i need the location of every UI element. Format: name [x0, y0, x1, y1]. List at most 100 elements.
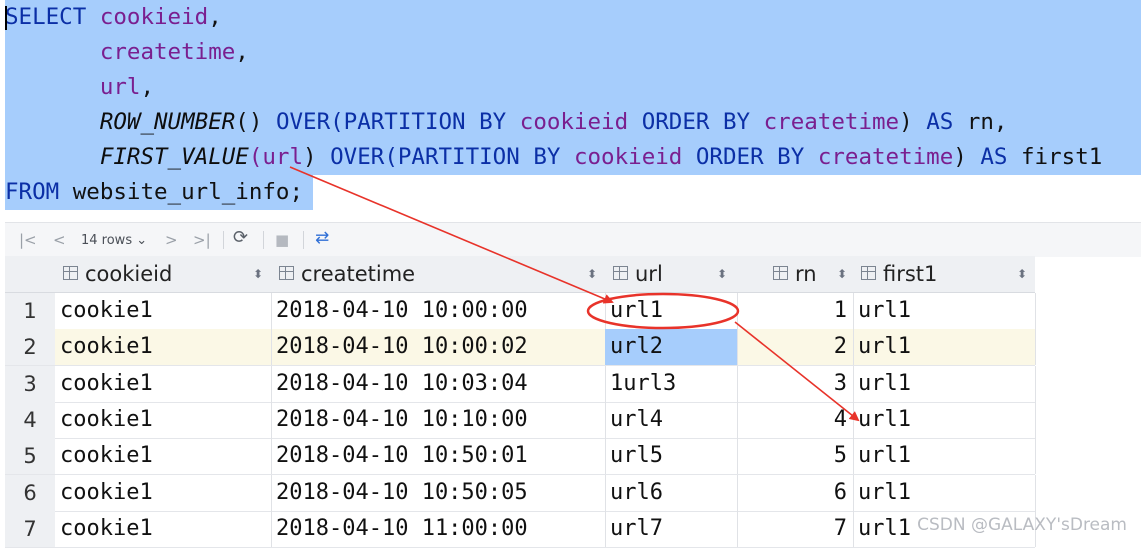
prev-page-icon[interactable]: < [53, 230, 66, 250]
cell-createtime[interactable]: 2018-04-10 11:00:00 [271, 511, 600, 547]
table-row[interactable]: 2 cookie1 2018-04-10 10:00:02 url2 2 url1 [5, 329, 1036, 367]
row-count-dropdown[interactable]: 14 rows ⌄ [81, 231, 147, 251]
keyword: PARTITION BY [343, 109, 507, 135]
result-toolbar: |< < 14 rows ⌄ > >| ⟳ ■ ⇄ [5, 222, 1141, 257]
stop-icon[interactable]: ■ [275, 230, 289, 250]
cell-cookieid[interactable]: cookie1 [55, 366, 266, 402]
sql-editor[interactable]: SELECT cookieid, createtime, url, ROW_NU… [0, 0, 1141, 212]
column-header-label: rn [795, 262, 817, 286]
table-name: website_url_info; [72, 179, 304, 205]
punctuation: () [235, 109, 276, 135]
cell-first1[interactable]: url1 [853, 438, 1030, 474]
last-page-icon[interactable]: >| [193, 230, 211, 250]
keyword: ORDER BY [695, 144, 805, 170]
column-header-label: cookieid [85, 262, 173, 286]
cell-url[interactable]: 1url3 [605, 366, 732, 402]
table-row[interactable]: 3 cookie1 2018-04-10 10:03:04 1url3 3 url1 [5, 365, 1036, 403]
cell-cookieid[interactable]: cookie1 [55, 438, 266, 474]
first-page-icon[interactable]: |< [19, 230, 37, 250]
punctuation: ( [330, 109, 344, 135]
column-header-createtime[interactable]: createtime ⬍ [271, 256, 605, 293]
column-divider [1035, 329, 1036, 366]
cell-createtime[interactable]: 2018-04-10 10:03:04 [271, 366, 600, 402]
cell-rn[interactable]: 6 [737, 475, 847, 511]
cell-first1[interactable]: url1 [853, 475, 1030, 511]
row-number: 7 [5, 510, 55, 547]
column-ref: url [99, 74, 141, 100]
cell-rn[interactable]: 2 [737, 329, 847, 365]
cell-url[interactable]: url4 [605, 402, 732, 438]
column-icon [279, 266, 294, 280]
cell-rn[interactable]: 7 [737, 511, 847, 547]
column-divider [1035, 293, 1036, 329]
table-row[interactable]: 7 cookie1 2018-04-10 11:00:00 url7 7 url1 [5, 510, 1036, 548]
next-page-icon[interactable]: > [165, 230, 178, 250]
row-number: 6 [5, 474, 55, 511]
cell-rn[interactable]: 1 [737, 293, 847, 329]
sort-icon[interactable]: ⬍ [1017, 256, 1027, 292]
row-number: 2 [5, 329, 55, 366]
cell-url[interactable]: url6 [605, 475, 732, 511]
sort-icon[interactable]: ⬍ [253, 256, 263, 292]
cell-cookieid[interactable]: cookie1 [55, 402, 266, 438]
column-header-url[interactable]: url ⬍ [605, 256, 737, 293]
cell-createtime[interactable]: 2018-04-10 10:00:00 [271, 293, 600, 329]
cell-createtime[interactable]: 2018-04-10 10:50:01 [271, 438, 600, 474]
cell-first1[interactable]: url1 [853, 293, 1030, 329]
column-header-rn[interactable]: rn ⬍ [737, 256, 853, 293]
keyword: PARTITION BY [397, 144, 561, 170]
cell-cookieid[interactable]: cookie1 [55, 475, 266, 511]
function-name: ROW_NUMBER [99, 109, 236, 135]
sql-line-2: createtime, [5, 35, 249, 70]
column-icon [861, 266, 876, 280]
keyword: FROM [5, 179, 60, 205]
column-icon [613, 266, 628, 280]
row-number-header [5, 256, 55, 293]
row-number: 1 [5, 293, 55, 329]
column-header-cookieid[interactable]: cookieid ⬍ [55, 256, 271, 293]
toolbar-divider [303, 231, 304, 249]
column-ref: cookieid [99, 4, 209, 30]
sql-line-6: FROM website_url_info; [5, 175, 303, 210]
sort-icon[interactable]: ⬍ [587, 256, 597, 292]
cell-first1[interactable]: url1 [853, 402, 1030, 438]
table-row[interactable]: 1 cookie1 2018-04-10 10:00:00 url1 1 url1 [5, 293, 1036, 330]
column-ref: createtime [817, 144, 954, 170]
cell-createtime[interactable]: 2018-04-10 10:00:02 [271, 329, 600, 365]
cell-cookieid[interactable]: cookie1 [55, 511, 266, 547]
cell-rn[interactable]: 3 [737, 366, 847, 402]
column-icon [63, 266, 78, 280]
column-divider [1035, 474, 1036, 511]
column-header-first1[interactable]: first1 ⬍ [853, 256, 1035, 293]
compare-icon[interactable]: ⇄ [315, 228, 329, 248]
sort-icon[interactable]: ⬍ [837, 256, 847, 292]
cell-url[interactable]: url1 [605, 293, 732, 329]
table-row[interactable]: 5 cookie1 2018-04-10 10:50:01 url5 5 url1 [5, 438, 1036, 476]
watermark: CSDN @GALAXY'sDream [917, 515, 1127, 535]
cell-url[interactable]: url7 [605, 511, 732, 547]
column-ref: cookieid [519, 109, 629, 135]
sql-line-5: FIRST_VALUE(url) OVER(PARTITION BY cooki… [5, 140, 1102, 175]
cell-createtime[interactable]: 2018-04-10 10:50:05 [271, 475, 600, 511]
column-divider [1035, 401, 1036, 438]
cell-url[interactable]: url2 [605, 329, 732, 365]
cell-rn[interactable]: 4 [737, 402, 847, 438]
punctuation: , [208, 4, 222, 30]
cell-first1[interactable]: url1 [853, 329, 1030, 365]
table-row[interactable]: 4 cookie1 2018-04-10 10:10:00 url4 4 url1 [5, 401, 1036, 439]
sql-line-3: url, [5, 70, 154, 105]
table-row[interactable]: 6 cookie1 2018-04-10 10:50:05 url6 6 url1 [5, 474, 1036, 512]
sort-icon[interactable]: ⬍ [717, 256, 727, 292]
punctuation: ( [384, 144, 398, 170]
cell-url[interactable]: url5 [605, 438, 732, 474]
cell-cookieid[interactable]: cookie1 [55, 329, 266, 365]
column-ref: createtime [763, 109, 900, 135]
cell-createtime[interactable]: 2018-04-10 10:10:00 [271, 402, 600, 438]
cell-rn[interactable]: 5 [737, 438, 847, 474]
cell-first1[interactable]: url1 [853, 366, 1030, 402]
keyword: AS [980, 144, 1008, 170]
column-ref: cookieid [573, 144, 683, 170]
cell-cookieid[interactable]: cookie1 [55, 293, 266, 329]
column-header-label: url [635, 262, 663, 286]
refresh-icon[interactable]: ⟳ [233, 228, 248, 248]
